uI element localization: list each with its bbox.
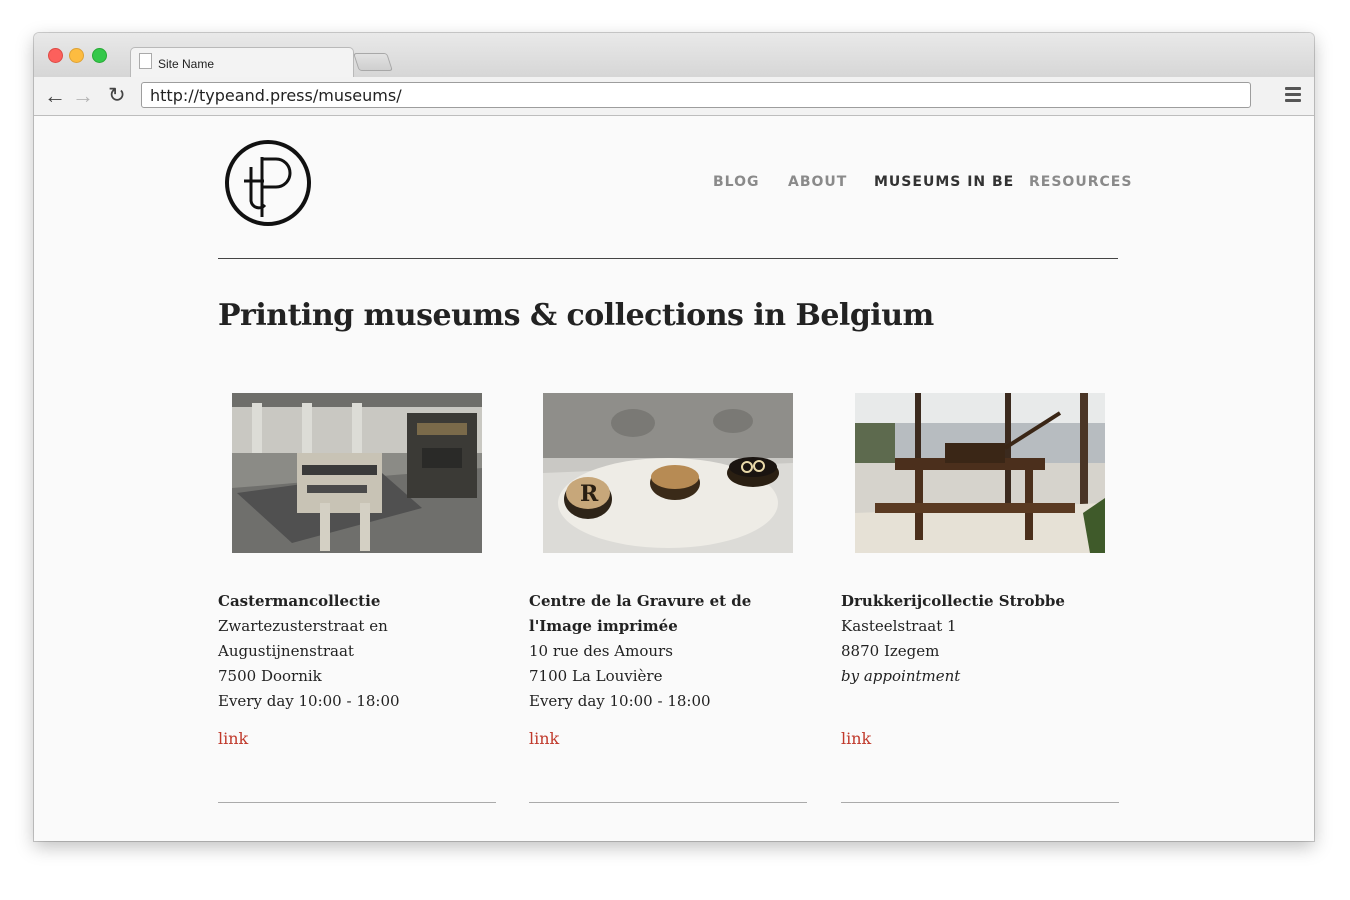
card-divider	[529, 802, 807, 803]
museum-hours: Every day 10:00 - 18:00	[529, 692, 711, 710]
minimize-window-button[interactable]	[69, 48, 84, 63]
close-window-button[interactable]	[48, 48, 63, 63]
nav-about[interactable]: ABOUT	[788, 174, 847, 190]
museum-info: Castermancollectie Zwartezusterstraat en…	[218, 589, 496, 714]
nav-blog[interactable]: BLOG	[713, 174, 760, 190]
address-bar[interactable]: http://typeand.press/museums/	[141, 82, 1251, 108]
svg-text:R: R	[580, 481, 599, 507]
new-tab-button[interactable]	[353, 53, 393, 71]
forward-arrow-icon[interactable]: →	[72, 85, 94, 107]
museum-photo-wood-stamps: R	[543, 393, 793, 553]
museum-link[interactable]: link	[841, 729, 871, 748]
site-logo[interactable]	[224, 139, 312, 227]
museum-address-line: 7100 La Louvière	[529, 667, 663, 685]
card-divider	[841, 802, 1119, 803]
nav-resources[interactable]: RESOURCES	[1029, 174, 1132, 190]
museum-info: Drukkerijcollectie Strobbe Kasteelstraat…	[841, 589, 1119, 689]
page-content: BLOG ABOUT MUSEUMS IN BE RESOURCES Print…	[34, 116, 1314, 841]
museum-name: Centre de la Gravure et de l'Image impri…	[529, 592, 752, 635]
museum-address-line: Zwartezusterstraat en	[218, 617, 388, 635]
browser-window: Site Name ← → ↻ http://typeand.press/mus…	[34, 33, 1314, 841]
reload-icon[interactable]: ↻	[108, 85, 126, 107]
museum-photo-hand-press	[855, 393, 1105, 553]
museum-address-line: 7500 Doornik	[218, 667, 322, 685]
title-bar: Site Name	[34, 33, 1314, 78]
menu-icon[interactable]	[1285, 87, 1301, 105]
museum-hours: Every day 10:00 - 18:00	[218, 692, 400, 710]
nav-museums-in-be[interactable]: MUSEUMS IN BE	[874, 174, 1014, 190]
page-icon	[139, 53, 152, 69]
museum-info: Centre de la Gravure et de l'Image impri…	[529, 589, 807, 714]
header-divider	[218, 258, 1118, 259]
maximize-window-button[interactable]	[92, 48, 107, 63]
page-title: Printing museums & collections in Belgiu…	[218, 298, 934, 333]
back-arrow-icon[interactable]: ←	[44, 85, 66, 107]
museum-photo-printing-press	[232, 393, 482, 553]
museum-link[interactable]: link	[529, 729, 559, 748]
tab-title[interactable]: Site Name	[158, 57, 214, 71]
museum-name: Drukkerijcollectie Strobbe	[841, 592, 1065, 610]
card-divider	[218, 802, 496, 803]
museum-hours: by appointment	[841, 667, 961, 685]
museum-address-line: Augustijnenstraat	[218, 642, 354, 660]
museum-name: Castermancollectie	[218, 592, 381, 610]
museum-link[interactable]: link	[218, 729, 248, 748]
museum-address-line: 8870 Izegem	[841, 642, 940, 660]
browser-toolbar: ← → ↻ http://typeand.press/museums/	[34, 77, 1314, 116]
museum-address-line: Kasteelstraat 1	[841, 617, 957, 635]
museum-address-line: 10 rue des Amours	[529, 642, 673, 660]
